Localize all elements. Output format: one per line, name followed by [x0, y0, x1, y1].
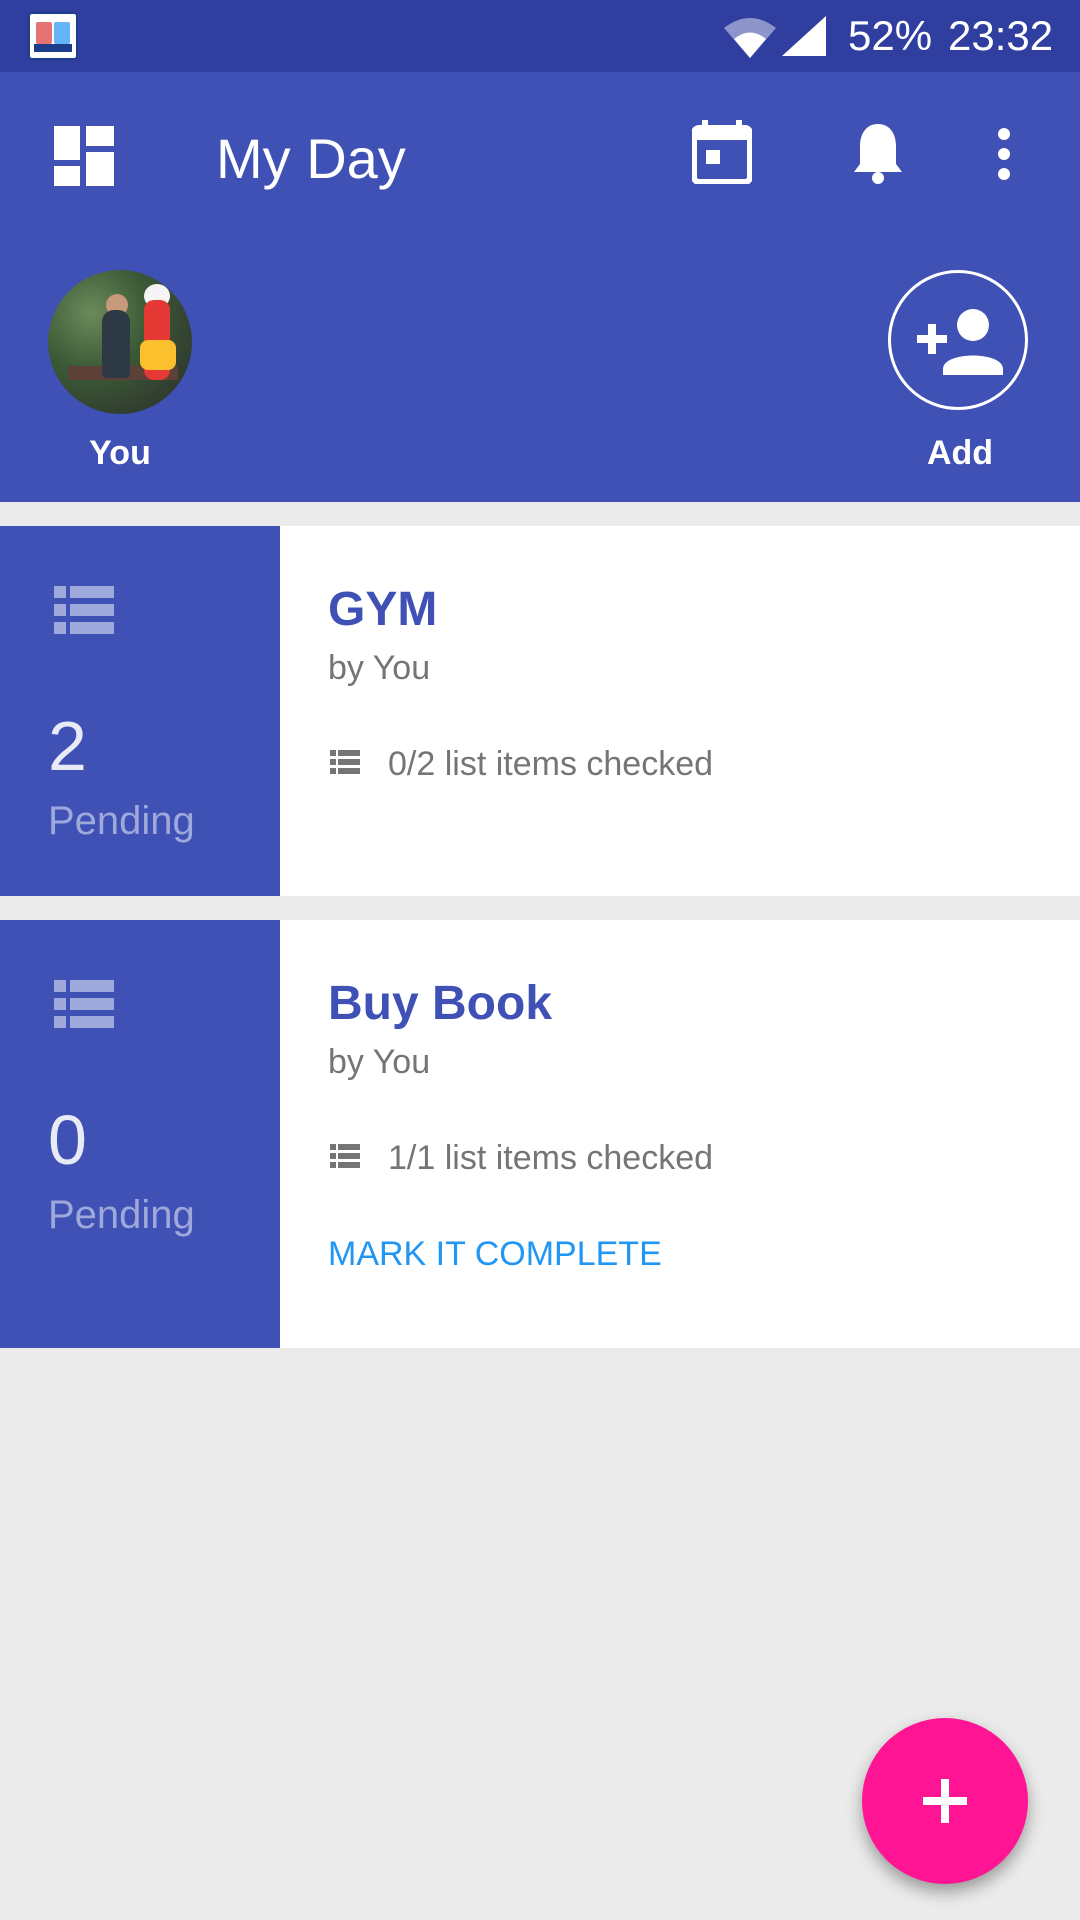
list-icon [54, 586, 114, 634]
pending-count: 2 [48, 707, 87, 785]
checked-summary: 1/1 list items checked [388, 1139, 714, 1177]
task-author: by You [328, 649, 431, 687]
self-label: You [89, 434, 151, 472]
clock: 23:32 [948, 12, 1054, 59]
task-title: GYM [328, 583, 438, 636]
pending-label: Pending [48, 1193, 195, 1237]
pending-label: Pending [48, 799, 195, 843]
dashboard-icon[interactable] [54, 126, 114, 186]
add-person-icon [917, 309, 1003, 375]
task-card[interactable]: 0 Pending Buy Book by You 1/1 list items… [0, 920, 1080, 1348]
add-person-button[interactable] [888, 270, 1028, 410]
battery-level: 52% [848, 12, 933, 59]
task-title: Buy Book [328, 977, 553, 1030]
mark-complete-button[interactable]: MARK IT COMPLETE [328, 1232, 662, 1276]
avatar[interactable] [48, 270, 192, 414]
list-icon [54, 980, 114, 1028]
list-icon [330, 1144, 360, 1168]
add-label: Add [926, 434, 994, 472]
task-author: by You [328, 1043, 431, 1081]
bell-icon[interactable] [852, 122, 904, 184]
task-count-panel: 2 Pending [0, 526, 280, 896]
task-count-panel: 0 Pending [0, 920, 280, 1348]
list-icon [330, 750, 360, 774]
more-vert-icon[interactable] [996, 128, 1012, 180]
add-task-button[interactable] [862, 1718, 1028, 1884]
checked-summary: 0/2 list items checked [388, 745, 714, 783]
pending-count: 0 [48, 1101, 87, 1179]
page-title: My Day [216, 127, 406, 190]
app-icon [28, 12, 78, 60]
calendar-icon[interactable] [692, 120, 752, 184]
status-bar: 52% 23:32 [0, 0, 1080, 72]
app-bar: My Day You Add [0, 72, 1080, 502]
wifi-icon [724, 18, 776, 58]
task-card[interactable]: 2 Pending GYM by You 0/2 list items chec… [0, 526, 1080, 896]
plus-icon [923, 1779, 967, 1823]
signal-icon [782, 16, 826, 56]
